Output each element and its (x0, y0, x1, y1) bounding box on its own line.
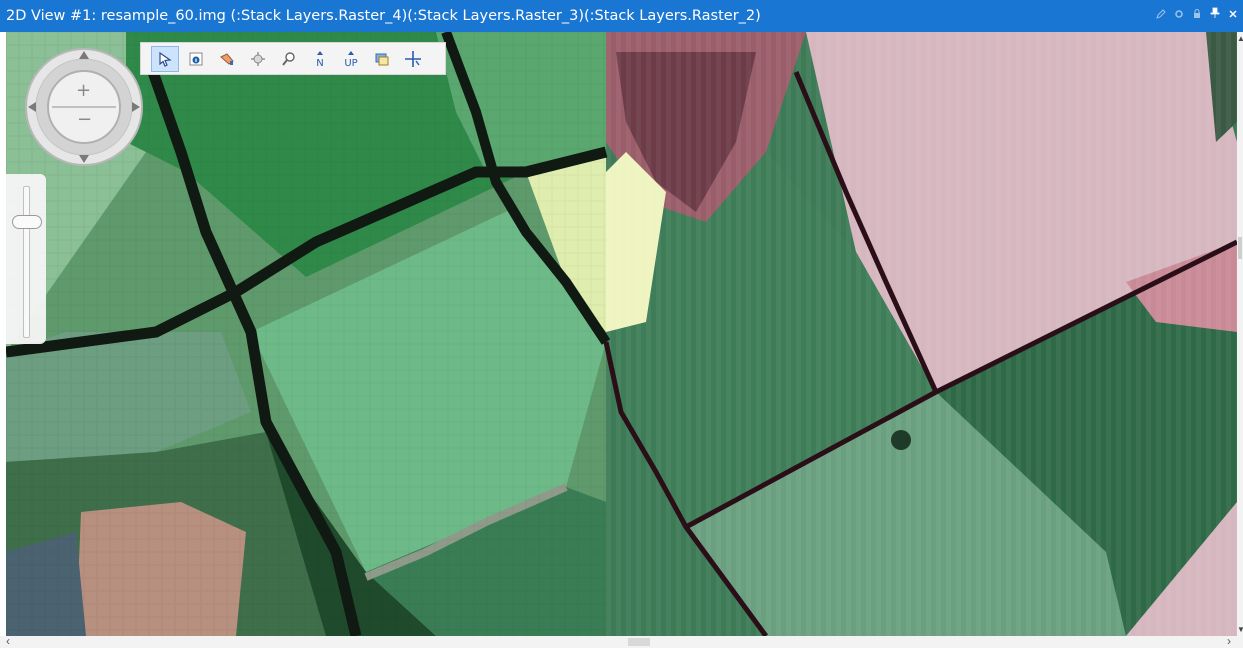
title-controls (1155, 0, 1239, 32)
scroll-left-icon[interactable]: ‹ (6, 634, 10, 648)
north-up-icon[interactable]: N (306, 46, 334, 72)
scroll-down-icon[interactable]: ▼ (1237, 625, 1243, 634)
close-icon[interactable] (1227, 0, 1239, 32)
svg-text:N: N (316, 58, 323, 68)
scroll-right-icon[interactable]: › (1227, 634, 1231, 648)
horizontal-scrollbar[interactable]: ‹ › (0, 634, 1243, 648)
view-title-bar: 2D View #1: resample_60.img (:Stack Laye… (0, 0, 1243, 32)
track-up-icon[interactable]: UP (337, 46, 365, 72)
view-title: 2D View #1: resample_60.img (:Stack Laye… (6, 8, 761, 24)
zoom-slider-thumb[interactable] (12, 214, 42, 229)
settings-icon[interactable] (1173, 0, 1185, 32)
vertical-scrollbar[interactable]: ▲ ▼ (1237, 32, 1243, 636)
zoom-slider[interactable] (6, 174, 46, 344)
zoom-in-button[interactable]: + (76, 80, 91, 101)
map-viewport[interactable] (6, 32, 1237, 636)
crosshair-icon[interactable] (399, 46, 427, 72)
lock-icon[interactable] (1191, 0, 1203, 32)
layer-stack-icon[interactable] (368, 46, 396, 72)
navigation-wheel[interactable]: + − (18, 42, 150, 172)
pan-hand-icon[interactable] (213, 46, 241, 72)
zoom-box-icon[interactable] (275, 46, 303, 72)
pin-icon[interactable] (1209, 0, 1221, 32)
raster-image (6, 32, 1237, 636)
info-icon[interactable] (182, 46, 210, 72)
zoom-slider-track[interactable] (23, 186, 30, 338)
map-toolbar: N UP (140, 42, 446, 75)
horizontal-scroll-thumb[interactable] (628, 638, 650, 646)
svg-text:UP: UP (344, 58, 357, 68)
fit-extent-icon[interactable] (244, 46, 272, 72)
pencil-icon[interactable] (1155, 0, 1167, 32)
zoom-out-button[interactable]: − (77, 109, 92, 130)
select-arrow-icon[interactable] (151, 45, 179, 72)
scroll-up-icon[interactable]: ▲ (1237, 34, 1243, 43)
vertical-scroll-thumb[interactable] (1238, 237, 1242, 259)
